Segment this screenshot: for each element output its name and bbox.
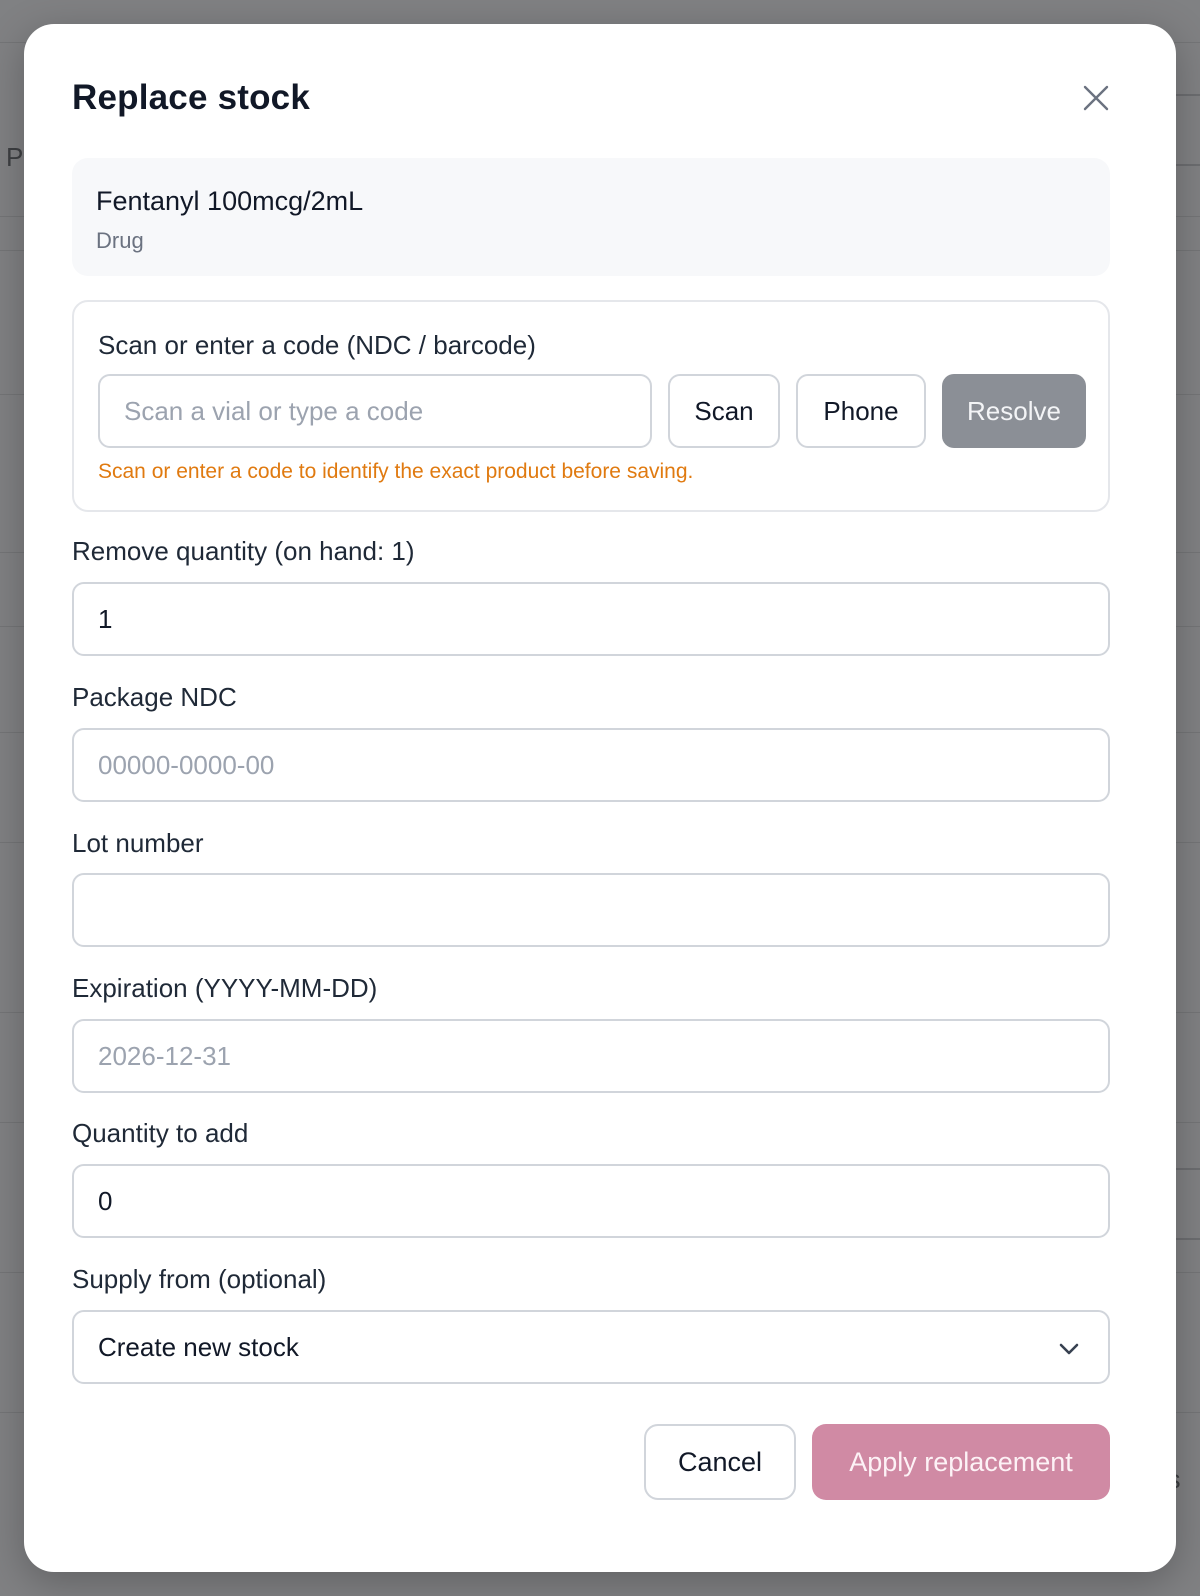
lot-number-label: Lot number — [72, 828, 204, 858]
remove-quantity-label: Remove quantity (on hand: 1) — [72, 536, 415, 566]
quantity-to-add-input[interactable] — [72, 1164, 1110, 1238]
scan-hint-message: Scan or enter a code to identify the exa… — [98, 460, 694, 483]
supply-from-selected-value: Create new stock — [98, 1332, 299, 1362]
dialog-title: Replace stock — [72, 78, 310, 117]
chevron-down-icon — [1059, 1343, 1079, 1355]
replace-stock-dialog: Replace stock Fentanyl 100mcg/2mL Drug S… — [24, 24, 1176, 1572]
resolve-button[interactable]: Resolve — [942, 374, 1086, 448]
scan-code-section: Scan or enter a code (NDC / barcode) Sca… — [72, 300, 1110, 512]
close-button[interactable] — [1078, 80, 1114, 116]
remove-quantity-input[interactable] — [72, 582, 1110, 656]
bg-text-fragment: P — [6, 142, 24, 172]
apply-replacement-button[interactable]: Apply replacement — [812, 1424, 1110, 1500]
expiration-input[interactable] — [72, 1019, 1110, 1093]
cancel-button[interactable]: Cancel — [644, 1424, 796, 1500]
scan-code-input[interactable] — [98, 374, 652, 448]
package-ndc-label: Package NDC — [72, 682, 237, 712]
close-icon — [1083, 85, 1109, 111]
item-name: Fentanyl 100mcg/2mL — [96, 186, 364, 216]
supply-from-label: Supply from (optional) — [72, 1264, 327, 1294]
scan-button[interactable]: Scan — [668, 374, 780, 448]
phone-button[interactable]: Phone — [796, 374, 926, 448]
expiration-label: Expiration (YYYY-MM-DD) — [72, 973, 378, 1003]
item-summary-card: Fentanyl 100mcg/2mL Drug — [72, 158, 1110, 276]
quantity-to-add-label: Quantity to add — [72, 1118, 249, 1148]
item-type: Drug — [96, 228, 144, 253]
scan-code-label: Scan or enter a code (NDC / barcode) — [98, 330, 536, 360]
lot-number-input[interactable] — [72, 873, 1110, 947]
package-ndc-input[interactable] — [72, 728, 1110, 802]
supply-from-select[interactable]: Create new stock — [72, 1310, 1110, 1384]
